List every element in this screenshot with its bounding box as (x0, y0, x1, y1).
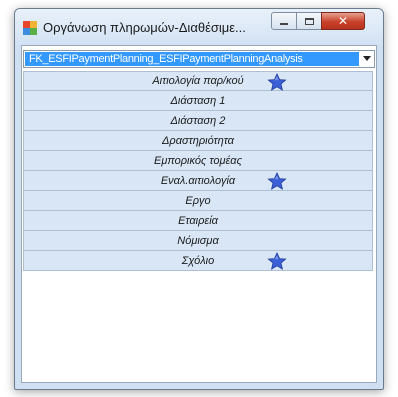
star-icon (267, 172, 287, 190)
close-icon: ✕ (337, 14, 349, 28)
maximize-button[interactable] (296, 12, 322, 30)
maximize-icon (304, 17, 314, 25)
field-list: Αιτιολογία παρ/κού Διάσταση 1 Διάσταση 2 Δρ… (23, 71, 373, 271)
close-button[interactable]: ✕ (321, 12, 365, 30)
window-title: Οργάνωση πληρωμών-Διαθέσιμε... (43, 20, 246, 35)
list-item-label: Διάσταση 1 (170, 94, 226, 107)
title-bar[interactable]: Οργάνωση πληρωμών-Διαθέσιμε... ✕ (15, 9, 383, 45)
relation-combobox[interactable]: FK_ESFIPaymentPlanning_ESFIPaymentPlanni… (23, 50, 375, 68)
app-icon (23, 21, 37, 35)
combobox-selected-value: FK_ESFIPaymentPlanning_ESFIPaymentPlanni… (25, 52, 359, 66)
list-item[interactable]: Διάσταση 2 (23, 111, 373, 131)
star-icon (267, 73, 287, 91)
dialog-content: FK_ESFIPaymentPlanning_ESFIPaymentPlanni… (21, 45, 377, 383)
list-item-label: Δραστηριότητα (162, 134, 234, 147)
minimize-icon (280, 23, 288, 25)
list-item-label: Εναλ.αιτιολογία (160, 174, 236, 187)
dialog-window: Οργάνωση πληρωμών-Διαθέσιμε... ✕ FK_ESFI… (14, 8, 384, 390)
list-item[interactable]: Σχόλιο (23, 251, 373, 271)
list-item[interactable]: Εμπορικός τομέας (23, 151, 373, 171)
list-item[interactable]: Διάσταση 1 (23, 91, 373, 111)
list-item[interactable]: Δραστηριότητα (23, 131, 373, 151)
list-item[interactable]: Εναλ.αιτιολογία (23, 171, 373, 191)
minimize-button[interactable] (271, 12, 297, 30)
list-item[interactable]: Νόμισμα (23, 231, 373, 251)
list-item[interactable]: Εργο (23, 191, 373, 211)
list-item-label: Διάσταση 2 (170, 114, 226, 127)
list-item-label: Εμπορικός τομέας (154, 154, 242, 167)
star-icon (267, 252, 287, 270)
list-item-label: Σχόλιο (181, 254, 215, 267)
list-item-label: Εργο (185, 194, 211, 207)
list-item[interactable]: Εταιρεία (23, 211, 373, 231)
list-item-label: Αιτιολογία παρ/κού (152, 75, 244, 87)
chevron-down-icon[interactable] (363, 56, 371, 61)
list-item[interactable]: Αιτιολογία παρ/κού (23, 71, 373, 91)
list-item-label: Εταιρεία (178, 214, 218, 227)
list-item-label: Νόμισμα (177, 234, 219, 247)
